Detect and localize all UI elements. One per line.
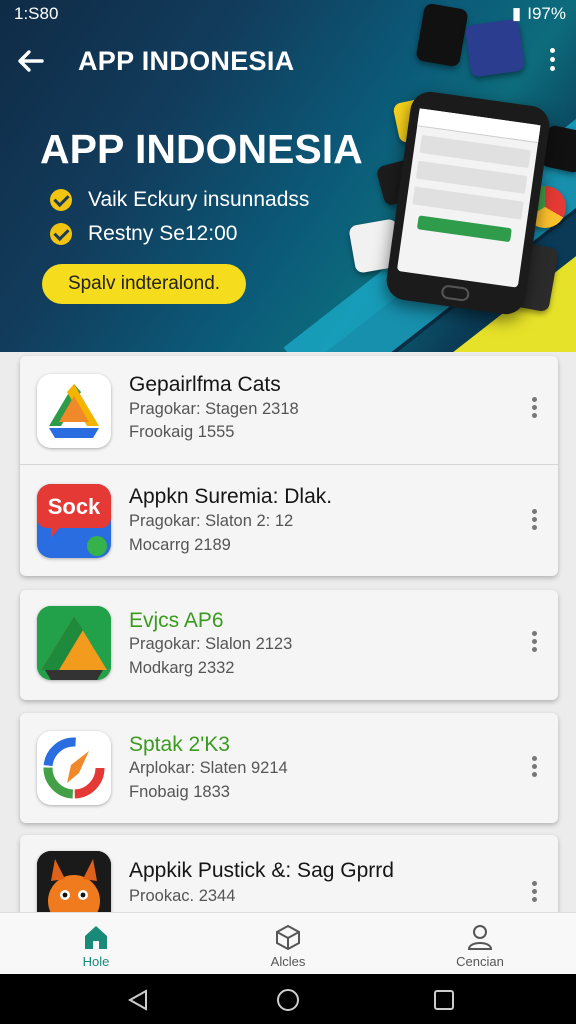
more-vert-icon[interactable] bbox=[528, 878, 540, 908]
phone-illustration bbox=[384, 89, 552, 317]
sock-icon-text: Sock bbox=[48, 494, 101, 519]
hero-title: APP INDONESIA bbox=[40, 126, 363, 172]
battery-level: I97% bbox=[527, 4, 566, 23]
app-meta: Mocarrg 2189 bbox=[129, 536, 231, 554]
nav-home-label: Hole bbox=[82, 954, 110, 969]
hero-cta-button[interactable]: Spalv indteralond. bbox=[42, 264, 246, 304]
overflow-menu-icon[interactable] bbox=[540, 44, 564, 78]
home-icon bbox=[85, 926, 107, 949]
status-bar: 1:S80 ▮ I97% bbox=[0, 0, 576, 28]
nav-articles-label: Alcles bbox=[270, 954, 306, 969]
back-triangle-icon[interactable] bbox=[126, 988, 150, 1012]
app-meta: Modkarg 2332 bbox=[129, 659, 235, 677]
app-list-card: Gepairlfma Cats Pragokar: Stagen 2318 Fr… bbox=[20, 356, 558, 576]
hero-bullet: Vaik Eckury insunnadss bbox=[50, 188, 309, 212]
hero-bullet: Restny Se12:00 bbox=[50, 222, 237, 246]
more-vert-icon[interactable] bbox=[528, 628, 540, 658]
divider bbox=[20, 464, 558, 465]
more-vert-icon[interactable] bbox=[528, 394, 540, 424]
sock-chat-icon: Sock bbox=[37, 484, 111, 558]
app-list-card: Evjcs AP6 Pragokar: Slalon 2123 Modkarg … bbox=[20, 590, 558, 700]
check-icon bbox=[50, 189, 72, 211]
person-icon bbox=[467, 925, 493, 950]
signal-icon: ▮ bbox=[511, 4, 522, 23]
app-name: Appkik Pustick &: Sag Gprrd bbox=[129, 859, 394, 882]
more-vert-icon[interactable] bbox=[528, 506, 540, 536]
app-bar: APP INDONESIA bbox=[0, 36, 576, 86]
list-item[interactable]: Gepairlfma Cats Pragokar: Stagen 2318 Fr… bbox=[20, 356, 558, 468]
app-meta: Pragokar: Slalon 2123 bbox=[129, 635, 293, 653]
green-triangle-icon bbox=[37, 606, 111, 680]
app-bar-title: APP INDONESIA bbox=[78, 46, 295, 76]
triangle-drive-icon bbox=[37, 374, 111, 448]
app-meta: Pragokar: Stagen 2318 bbox=[129, 400, 299, 418]
list-item[interactable]: Sock Appkn Suremia: Dlak. Pragokar: Slat… bbox=[20, 466, 558, 578]
more-vert-icon[interactable] bbox=[528, 753, 540, 783]
status-time: 1:S80 bbox=[14, 4, 59, 23]
app-name: Appkn Suremia: Dlak. bbox=[129, 485, 333, 508]
app-meta: Arplokar: Slaten 9214 bbox=[129, 759, 288, 777]
back-arrow-icon[interactable] bbox=[14, 44, 48, 78]
system-navigation-bar bbox=[0, 974, 576, 1024]
cube-icon bbox=[276, 924, 300, 951]
app-name: Sptak 2'K3 bbox=[129, 733, 230, 756]
list-item[interactable]: Sptak 2'K3 Arplokar: Slaten 9214 Fnobaig… bbox=[20, 713, 558, 823]
app-meta: Frookaig 1555 bbox=[129, 423, 235, 441]
hero-bullet-text: Vaik Eckury insunnadss bbox=[88, 188, 310, 211]
nav-account-label: Cencian bbox=[456, 954, 504, 969]
app-meta: Fnobaig 1833 bbox=[129, 783, 230, 801]
bottom-navigation: Hole Alcles Cencian bbox=[0, 912, 576, 974]
app-list-card: Sptak 2'K3 Arplokar: Slaten 9214 Fnobaig… bbox=[20, 713, 558, 823]
check-icon bbox=[50, 223, 72, 245]
recents-square-icon[interactable] bbox=[432, 988, 456, 1012]
home-circle-icon[interactable] bbox=[276, 988, 300, 1012]
hero-bullet-text: Restny Se12:00 bbox=[88, 222, 238, 245]
app-name: Gepairlfma Cats bbox=[129, 373, 281, 396]
nav-articles[interactable]: Alcles bbox=[192, 913, 384, 975]
app-meta: Pragokar: Slaton 2: 12 bbox=[129, 512, 294, 530]
app-name: Evjcs AP6 bbox=[129, 609, 224, 632]
nav-home[interactable]: Hole bbox=[0, 913, 192, 975]
nav-account[interactable]: Cencian bbox=[384, 913, 576, 975]
list-item[interactable]: Evjcs AP6 Pragokar: Slalon 2123 Modkarg … bbox=[20, 590, 558, 700]
app-meta: Prookac. 2344 bbox=[129, 887, 236, 905]
compass-icon bbox=[37, 731, 111, 805]
